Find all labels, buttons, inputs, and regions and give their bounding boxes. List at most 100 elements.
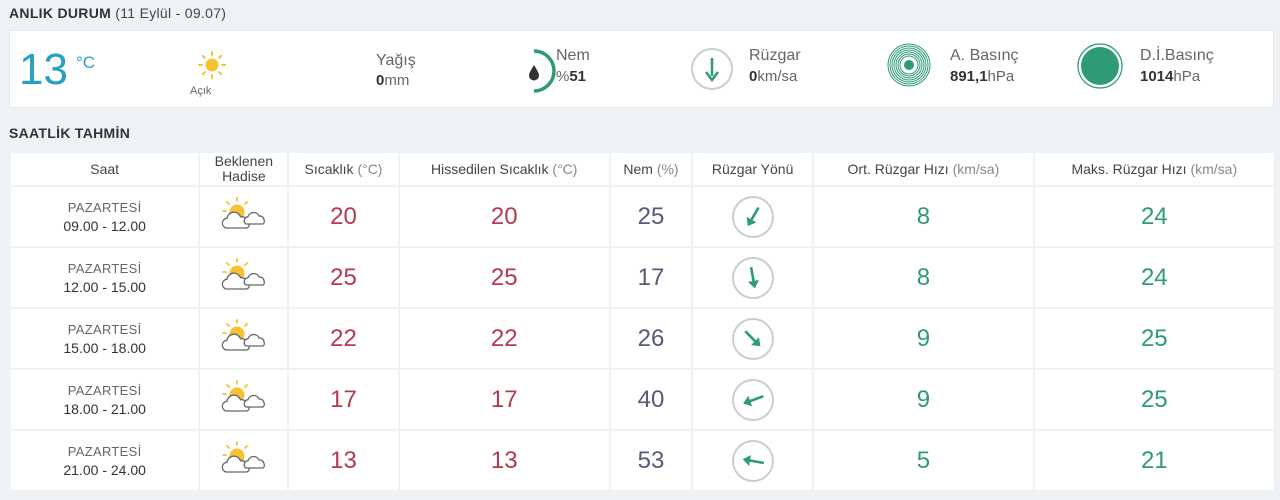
wind-max-value: 24 — [1140, 263, 1168, 291]
wind-max-value: 24 — [1140, 202, 1168, 230]
header-wind-dir: Rüzgar Yönü — [693, 153, 813, 185]
temp-cell: 22 — [289, 309, 398, 368]
wind-avg-cell: 9 — [814, 309, 1033, 368]
wind-avg-value: 8 — [916, 202, 931, 230]
partly-cloudy-icon — [221, 441, 267, 479]
table-row: PAZARTESİ 15.00 - 18.00 22 22 26 9 25 — [11, 309, 1274, 368]
row-time-range: 09.00 - 12.00 — [63, 217, 146, 234]
feels-value: 17 — [490, 385, 518, 413]
wind-dir-cell — [693, 431, 813, 490]
time-cell: PAZARTESİ 12.00 - 15.00 — [11, 248, 199, 307]
partly-cloudy-icon — [221, 197, 267, 235]
wind-max-cell: 24 — [1034, 187, 1274, 246]
wind-direction-arrow-icon — [731, 378, 774, 421]
wind-avg-value: 9 — [916, 324, 931, 352]
wind-direction-arrow-icon — [731, 317, 774, 360]
header-wind-max-unit: (km/sa) — [1190, 160, 1238, 177]
temp-value: 20 — [330, 202, 357, 230]
temp-cell: 20 — [289, 187, 398, 246]
header-wind-avg-unit: (km/sa) — [952, 160, 1000, 177]
sea-pressure-number: 1014 — [1140, 68, 1174, 85]
row-day: PAZARTESİ — [67, 199, 142, 215]
header-event: Beklenen Hadise — [200, 153, 288, 185]
wind-max-cell: 25 — [1034, 309, 1274, 368]
partly-cloudy-icon — [221, 380, 267, 418]
row-time-range: 18.00 - 21.00 — [63, 400, 146, 417]
precipitation-block: Yağış 0mm — [376, 31, 416, 109]
table-row: PAZARTESİ 21.00 - 24.00 13 13 53 5 21 — [11, 431, 1274, 490]
wind-max-value: 25 — [1140, 324, 1168, 352]
partly-cloudy-icon — [221, 319, 267, 357]
wind-label: Rüzgar — [749, 47, 801, 64]
hourly-forecast-title: SAATLİK TAHMİN — [9, 125, 131, 141]
humidity-value: 40 — [637, 385, 665, 413]
wind-dir-cell — [693, 248, 813, 307]
feels-value: 25 — [490, 263, 518, 291]
pressure-label: A. Basınç — [950, 47, 1019, 64]
humidity-value: 26 — [637, 324, 665, 352]
humidity-prefix: % — [556, 68, 570, 85]
wind-max-value: 21 — [1140, 446, 1168, 474]
wind-direction-arrow-icon — [731, 439, 774, 482]
header-temp-unit: (°C) — [357, 160, 383, 177]
feels-value: 13 — [490, 446, 518, 474]
wind-avg-value: 9 — [916, 385, 931, 413]
table-row: PAZARTESİ 09.00 - 12.00 20 20 25 8 24 — [11, 187, 1274, 246]
humidity-cell: 40 — [610, 370, 692, 429]
feels-value: 20 — [490, 202, 518, 230]
header-feels-label: Hissedilen Sıcaklık — [431, 160, 549, 177]
current-conditions-panel: 13 °C Açık Yağış 0mm Nem %51 Rüzgar 0km/… — [9, 30, 1274, 108]
current-title-text: ANLIK DURUM — [9, 5, 112, 21]
wind-direction-arrow-icon — [731, 256, 774, 299]
event-cell — [200, 248, 288, 307]
header-wind-max-label: Maks. Rüzgar Hızı — [1071, 160, 1187, 177]
row-time-range: 15.00 - 18.00 — [63, 339, 146, 356]
header-event-line2: Hadise — [222, 168, 266, 184]
current-subtitle: (11 Eylül - 09.07) — [115, 5, 227, 21]
pressure-value: 891,1hPa — [950, 67, 1014, 87]
temp-cell: 13 — [289, 431, 398, 490]
humidity-cell: 25 — [610, 187, 692, 246]
sea-pressure-label: D.İ.Basınç — [1140, 47, 1214, 64]
feels-cell: 25 — [399, 248, 609, 307]
wind-avg-cell: 5 — [814, 431, 1033, 490]
row-day: PAZARTESİ — [67, 260, 142, 276]
wind-dir-cell — [693, 187, 813, 246]
temp-cell: 17 — [289, 370, 398, 429]
sea-pressure-unit: hPa — [1173, 68, 1201, 85]
header-temp-label: Sıcaklık — [304, 160, 354, 177]
sea-pressure-icon — [1077, 43, 1123, 89]
header-wind-max: Maks. Rüzgar Hızı (km/sa) — [1034, 153, 1274, 185]
humidity-cell: 26 — [610, 309, 692, 368]
time-cell: PAZARTESİ 09.00 - 12.00 — [11, 187, 199, 246]
time-cell: PAZARTESİ 15.00 - 18.00 — [11, 309, 199, 368]
temp-value: 25 — [330, 263, 357, 291]
humidity-label: Nem — [556, 47, 590, 64]
wind-direction-arrow-icon — [731, 195, 774, 238]
wind-unit: km/sa — [757, 68, 798, 85]
sea-pressure-value: 1014hPa — [1140, 67, 1200, 87]
temp-value: 13 — [330, 446, 357, 474]
precipitation-unit: mm — [384, 72, 410, 89]
row-time-range: 12.00 - 15.00 — [63, 278, 146, 295]
humidity-number: 51 — [569, 68, 587, 85]
wind-avg-cell: 8 — [814, 248, 1033, 307]
table-row: PAZARTESİ 18.00 - 21.00 17 17 40 9 25 — [11, 370, 1274, 429]
precipitation-label: Yağış — [376, 52, 416, 69]
feels-cell: 17 — [399, 370, 609, 429]
humidity-value: 53 — [637, 446, 665, 474]
wind-direction-icon — [691, 48, 733, 90]
event-cell — [200, 370, 288, 429]
wind-max-cell: 21 — [1034, 431, 1274, 490]
current-temperature: 13 — [19, 45, 68, 94]
temp-cell: 25 — [289, 248, 398, 307]
wind-avg-cell: 8 — [814, 187, 1033, 246]
time-cell: PAZARTESİ 21.00 - 24.00 — [11, 431, 199, 490]
event-cell — [200, 431, 288, 490]
table-header-row: Saat Beklenen Hadise Sıcaklık (°C) Hissed… — [11, 153, 1274, 185]
header-humidity: Nem (%) — [610, 153, 692, 185]
header-feels: Hissedilen Sıcaklık (°C) — [399, 153, 609, 185]
wind-avg-value: 5 — [916, 446, 931, 474]
pressure-unit: hPa — [987, 68, 1015, 85]
event-cell — [200, 309, 288, 368]
